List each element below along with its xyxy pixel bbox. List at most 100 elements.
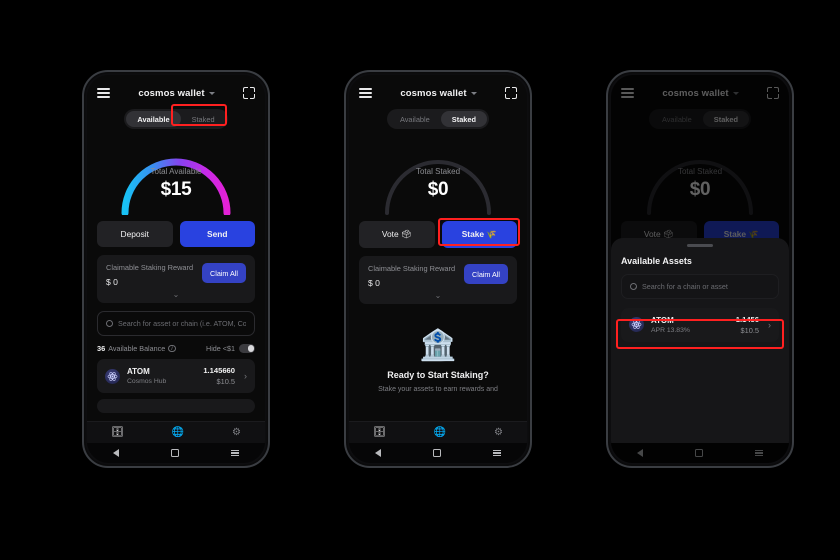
scan-frame-icon[interactable]: [243, 87, 255, 99]
volume-up-button[interactable]: [344, 164, 345, 182]
phone-asset-sheet: cosmos wallet Available Staked Total Sta…: [606, 70, 794, 468]
bottom-tabbar: 🗄 🌐 ⚙: [87, 421, 265, 443]
recents-button[interactable]: [754, 449, 763, 457]
wallet-name: cosmos wallet: [662, 87, 729, 99]
wallet-selector[interactable]: cosmos wallet: [662, 87, 739, 99]
tab-staked[interactable]: Staked: [702, 111, 750, 127]
settings-tab-icon[interactable]: ⚙: [232, 427, 241, 438]
stake-button[interactable]: Stake 🌾: [441, 221, 517, 248]
home-button[interactable]: [433, 449, 441, 457]
hamburger-icon[interactable]: [621, 88, 634, 98]
sheet-drag-handle[interactable]: [687, 244, 713, 247]
screenshot-stage: cosmos wallet Available Staked Total Ava…: [0, 0, 840, 560]
recents-button[interactable]: [230, 449, 239, 457]
search-icon: [630, 282, 637, 290]
volume-up-button[interactable]: [606, 164, 607, 182]
tab-staked[interactable]: Staked: [440, 111, 488, 127]
volume-up-button[interactable]: [82, 164, 83, 182]
atom-asset-row[interactable]: ATOM APR 13.83% 1.1456 $10.5 ›: [621, 307, 779, 342]
asset-symbol: ATOM: [127, 367, 150, 376]
chain-search-input[interactable]: Search for a chain or asset: [621, 273, 779, 299]
explore-tab-icon[interactable]: 🌐: [172, 427, 184, 438]
asset-row-atom[interactable]: ATOM Cosmos Hub 1.145660 $10.5 ›: [97, 359, 255, 393]
search-placeholder: Search for a chain or asset: [642, 281, 728, 291]
asset-search-input[interactable]: Search for asset or chain (i.e. ATOM, Co…: [97, 311, 255, 336]
info-icon[interactable]: i: [168, 344, 176, 353]
settings-tab-icon[interactable]: ⚙: [494, 427, 503, 438]
chevron-down-icon[interactable]: ⌄: [368, 292, 508, 300]
claimable-reward-card: Claimable Staking Reward $ 0 Claim All ⌄: [359, 256, 517, 304]
explore-tab-icon[interactable]: 🌐: [434, 427, 446, 438]
balance-label: Available Balance: [108, 344, 166, 353]
android-navbar: [611, 443, 789, 463]
staking-empty-state: 🏦 Ready to Start Staking? Stake your ass…: [349, 304, 527, 421]
home-button[interactable]: [171, 449, 179, 457]
app-header: cosmos wallet: [611, 75, 789, 103]
action-buttons: Deposit Send: [87, 219, 265, 247]
power-button[interactable]: [532, 176, 533, 210]
scan-frame-icon[interactable]: [767, 87, 779, 99]
tab-available[interactable]: Available: [126, 111, 181, 127]
claimable-reward-card: Claimable Staking Reward $ 0 Claim All ⌄: [97, 255, 255, 303]
asset-usd-value: $10.5: [216, 377, 236, 386]
volume-down-button[interactable]: [82, 190, 83, 218]
chevron-down-icon[interactable]: ⌄: [106, 291, 246, 299]
hamburger-icon[interactable]: [359, 88, 372, 98]
back-button[interactable]: [375, 449, 382, 457]
app-header: cosmos wallet: [87, 75, 265, 103]
atom-icon: [105, 368, 120, 384]
wallet-name: cosmos wallet: [138, 87, 205, 99]
claim-all-button[interactable]: Claim All: [464, 264, 508, 284]
asset-row-partial[interactable]: [97, 399, 255, 413]
phone1-screen: cosmos wallet Available Staked Total Ava…: [87, 75, 265, 463]
asset-chain: Cosmos Hub: [127, 378, 167, 385]
gauge-label: Total Staked: [677, 167, 723, 176]
hamburger-icon[interactable]: [97, 88, 110, 98]
back-button[interactable]: [637, 449, 644, 457]
gauge-amount: $0: [427, 179, 449, 200]
wallet-selector[interactable]: cosmos wallet: [138, 87, 215, 99]
android-navbar: [87, 443, 265, 463]
tab-staked[interactable]: Staked: [181, 111, 226, 127]
chevron-right-icon: ›: [244, 371, 247, 381]
action-buttons: Vote 🗳 Stake 🌾: [349, 219, 527, 248]
volume-down-button[interactable]: [606, 190, 607, 218]
vote-button[interactable]: Vote 🗳: [359, 221, 435, 248]
chevron-down-icon: [732, 91, 739, 95]
asset-quantity: 1.145660: [203, 366, 235, 375]
scan-frame-icon[interactable]: [505, 87, 517, 99]
tab-available[interactable]: Available: [389, 111, 441, 127]
wallet-tab-icon[interactable]: 🗄: [111, 427, 124, 438]
sheet-title: Available Assets: [621, 255, 692, 266]
hide-small-toggle[interactable]: [239, 344, 255, 353]
volume-down-button[interactable]: [344, 190, 345, 218]
vault-icon: 🏦: [419, 328, 457, 362]
wallet-tab-icon[interactable]: 🗄: [373, 427, 386, 438]
phone3-screen: cosmos wallet Available Staked Total Sta…: [611, 75, 789, 463]
balance-count: 36: [97, 344, 106, 353]
asset-symbol: ATOM: [651, 315, 674, 325]
power-button[interactable]: [270, 176, 271, 210]
claim-all-button[interactable]: Claim All: [202, 263, 246, 283]
hide-small-label: Hide <$1: [206, 344, 235, 353]
asset-quantity: 1.1456: [735, 314, 759, 324]
asset-usd-value: $10.5: [740, 325, 760, 335]
recents-button[interactable]: [492, 449, 501, 457]
empty-state-title: Ready to Start Staking?: [387, 369, 489, 380]
send-button[interactable]: Send: [179, 221, 255, 247]
gauge-amount: $0: [689, 179, 711, 200]
tab-available[interactable]: Available: [651, 111, 703, 127]
atom-icon: [629, 317, 644, 332]
bottom-tabbar: 🗄 🌐 ⚙: [349, 421, 527, 443]
chevron-down-icon: [208, 91, 215, 95]
wallet-name: cosmos wallet: [400, 87, 467, 99]
balance-tabs: Available Staked: [611, 103, 789, 131]
wallet-selector[interactable]: cosmos wallet: [400, 87, 477, 99]
phone2-screen: cosmos wallet Available Staked Total Sta…: [349, 75, 527, 463]
power-button[interactable]: [794, 176, 795, 210]
asset-list: ATOM Cosmos Hub 1.145660 $10.5 ›: [87, 353, 265, 421]
asset-apr: APR 13.83%: [651, 326, 690, 334]
back-button[interactable]: [113, 449, 120, 457]
deposit-button[interactable]: Deposit: [97, 221, 173, 247]
home-button[interactable]: [695, 449, 703, 457]
